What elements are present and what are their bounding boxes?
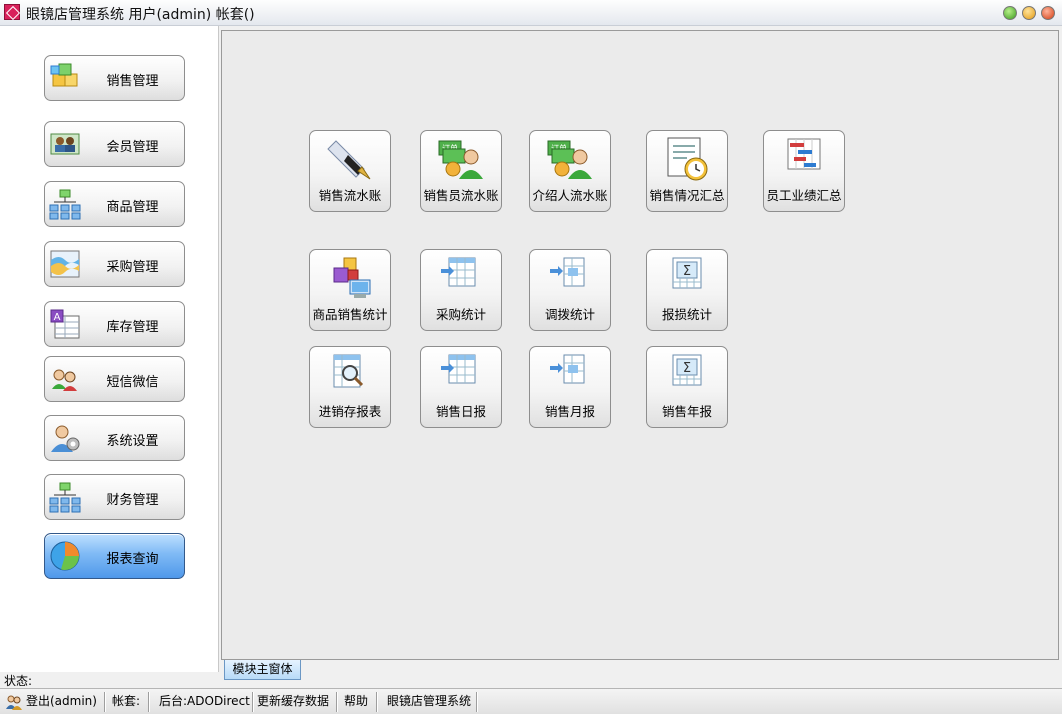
sidebar-item-finance[interactable]: 财务管理 <box>44 474 185 520</box>
tile-label: 员工业绩汇总 <box>766 188 842 203</box>
close-button[interactable] <box>1041 6 1055 20</box>
sidebar-item-products[interactable]: 商品管理 <box>44 181 185 227</box>
svg-text:Σ: Σ <box>683 361 691 376</box>
sidebar-item-label: 采购管理 <box>106 260 159 275</box>
sidebar-item-label: 商品管理 <box>106 200 159 215</box>
svg-text:A: A <box>54 312 61 323</box>
tile-label: 销售流水账 <box>318 188 382 203</box>
fountain-pen-icon <box>327 140 371 180</box>
tile-referrer-journal[interactable]: 订单 介绍人流水账 <box>529 130 611 212</box>
table-sigma-icon: Σ <box>672 257 702 289</box>
sidebar-item-settings[interactable]: 系统设置 <box>44 415 185 461</box>
tile-label: 调拨统计 <box>544 307 595 322</box>
tile-label: 采购统计 <box>435 307 486 322</box>
window-title: 眼镜店管理系统 用户(admin) 帐套() <box>26 7 255 23</box>
sidebar: 销售管理 会员管理 商品管理 采购管理 A 库存管理 短信微信 系统设置 财务管… <box>0 26 219 672</box>
order-user-icon: 订单 <box>547 140 592 179</box>
table-arrow-icon <box>550 354 585 384</box>
tile-monthly-sales-report[interactable]: 销售月报 <box>529 346 611 428</box>
users-icon <box>6 695 22 710</box>
tile-sales-journal[interactable]: 销售流水账 <box>309 130 391 212</box>
sidebar-item-label: 短信微信 <box>106 375 159 390</box>
app-logo-icon <box>4 4 20 20</box>
maximize-button[interactable] <box>1022 6 1036 20</box>
tile-daily-sales-report[interactable]: 销售日报 <box>420 346 502 428</box>
title-bar: 眼镜店管理系统 用户(admin) 帐套() <box>0 0 1062 26</box>
app-name-label: 眼镜店管理系统 <box>387 694 472 708</box>
tile-label: 销售员流水账 <box>423 188 499 203</box>
sidebar-item-members[interactable]: 会员管理 <box>44 121 185 167</box>
gantt-icon <box>787 138 821 170</box>
tab-module-main[interactable]: 模块主窗体 <box>224 660 301 680</box>
sidebar-item-label: 销售管理 <box>106 74 159 89</box>
tile-product-sales-stats[interactable]: 商品销售统计 <box>309 249 391 331</box>
tile-label: 介绍人流水账 <box>532 188 608 203</box>
sidebar-item-label: 财务管理 <box>106 493 159 508</box>
table-sigma-icon: Σ <box>672 354 702 386</box>
tile-label: 报损统计 <box>661 307 712 322</box>
cubes-icon <box>50 63 78 87</box>
table-arrow-icon <box>441 257 476 287</box>
status-label: 状态: <box>4 674 33 688</box>
module-main-panel: 销售流水账 订单 销售员流水账 订单 介绍人流水账 <box>221 30 1059 660</box>
report-clock-icon <box>667 137 708 181</box>
table-arrow-icon <box>441 354 476 384</box>
sidebar-item-sms-wechat[interactable]: 短信微信 <box>44 356 185 402</box>
order-user-icon: 订单 <box>438 140 483 179</box>
tile-label: 销售情况汇总 <box>649 188 725 203</box>
hierarchy-icon <box>49 189 81 220</box>
tile-salesperson-journal[interactable]: 订单 销售员流水账 <box>420 130 502 212</box>
backend-label: 后台:ADODirect <box>159 694 250 708</box>
tile-sales-summary[interactable]: 销售情况汇总 <box>646 130 728 212</box>
sidebar-item-reports[interactable]: 报表查询 <box>44 533 185 579</box>
account-label: 帐套: <box>112 694 141 708</box>
user-gear-icon <box>51 425 80 452</box>
cubes-computer-icon <box>333 257 371 298</box>
tile-label: 销售月报 <box>544 404 595 419</box>
svg-text:Σ: Σ <box>683 264 691 279</box>
tile-label: 销售年报 <box>661 404 712 419</box>
tile-yearly-sales-report[interactable]: Σ 销售年报 <box>646 346 728 428</box>
sidebar-item-label: 库存管理 <box>106 320 159 335</box>
hierarchy-icon <box>49 482 81 513</box>
refresh-cache-button[interactable]: 更新缓存数据 <box>255 692 331 712</box>
sidebar-item-purchasing[interactable]: 采购管理 <box>44 241 185 287</box>
wave-chart-icon <box>50 250 80 278</box>
tile-label: 进销存报表 <box>318 404 382 419</box>
sidebar-item-label: 会员管理 <box>106 140 159 155</box>
tile-transfer-stats[interactable]: 调拨统计 <box>529 249 611 331</box>
sidebar-item-sales[interactable]: 销售管理 <box>44 55 185 101</box>
help-button[interactable]: 帮助 <box>342 692 370 712</box>
tile-loss-stats[interactable]: Σ 报损统计 <box>646 249 728 331</box>
tile-staff-performance[interactable]: 员工业绩汇总 <box>763 130 845 212</box>
table-search-icon <box>333 354 364 388</box>
tile-purchase-stats[interactable]: 采购统计 <box>420 249 502 331</box>
inventory-icon: A <box>50 309 80 339</box>
sidebar-item-inventory[interactable]: A 库存管理 <box>44 301 185 347</box>
people-chat-icon <box>52 369 77 391</box>
sidebar-item-label: 报表查询 <box>106 552 159 567</box>
status-bar: 登出(admin) 帐套: 后台:ADODirect 更新缓存数据 帮助 眼镜店… <box>0 688 1062 714</box>
table-arrow-icon <box>550 257 585 287</box>
tile-inventory-report[interactable]: 进销存报表 <box>309 346 391 428</box>
tile-label: 商品销售统计 <box>312 307 388 322</box>
members-icon <box>50 133 80 155</box>
logout-button[interactable]: 登出(admin) <box>24 692 99 712</box>
tile-label: 销售日报 <box>435 404 486 419</box>
minimize-button[interactable] <box>1003 6 1017 20</box>
pie-chart-icon <box>50 541 80 571</box>
sidebar-item-label: 系统设置 <box>106 434 159 449</box>
